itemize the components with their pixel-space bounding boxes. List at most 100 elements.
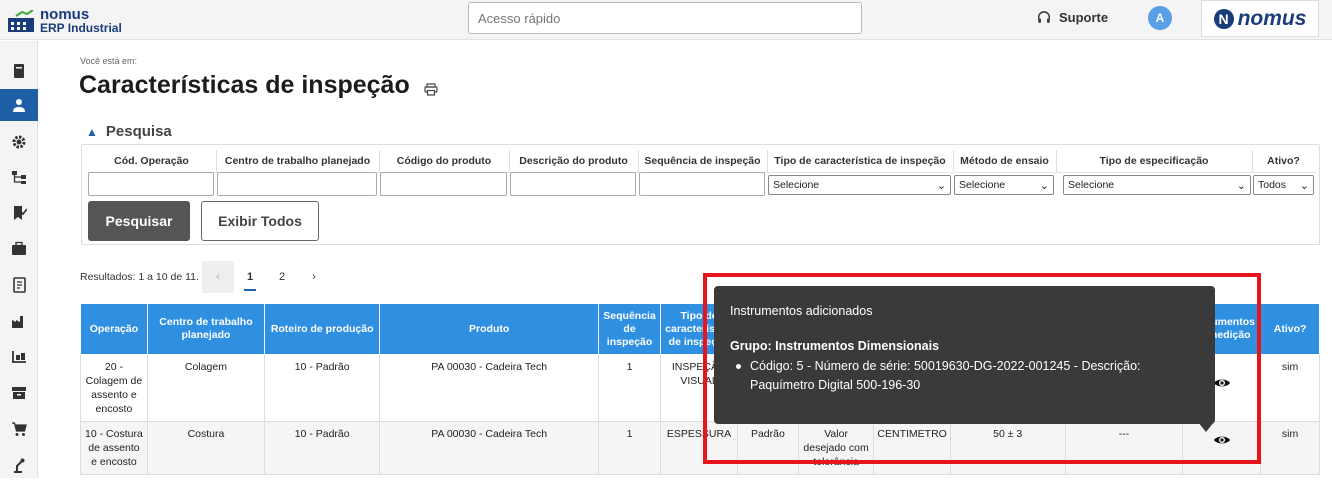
filter-label-test-method: Método de ensaio (960, 155, 1049, 167)
gear-icon (12, 135, 26, 149)
user-avatar[interactable]: A (1148, 6, 1172, 30)
chevron-down-icon: ⌄ (1039, 179, 1049, 192)
archive-icon (12, 387, 26, 399)
forklift-icon (12, 351, 26, 363)
chevron-down-icon: ⌄ (936, 179, 946, 192)
headset-icon (1038, 10, 1050, 23)
header-divider (767, 150, 768, 172)
header-divider (509, 150, 510, 172)
chevron-up-icon: ▲ (86, 124, 98, 139)
cell-sequence: 1 (598, 421, 662, 475)
header-divider (379, 150, 380, 172)
col-header-workcenter[interactable]: Centro de trabalho planejado (146, 303, 266, 355)
col-header-active[interactable]: Ativo? (1260, 303, 1320, 355)
sidebar-item-book[interactable] (0, 55, 38, 87)
prev-page-button[interactable]: ‹ (202, 261, 234, 293)
flow-icon (12, 171, 26, 184)
product-description-input[interactable] (510, 172, 636, 196)
header-divider (216, 150, 217, 172)
header-divider (953, 150, 954, 172)
briefcase-icon (12, 241, 26, 255)
page-1-button[interactable]: 1 (234, 261, 266, 293)
characteristic-type-select[interactable]: Selecione ⌄ (768, 175, 951, 195)
sidebar-item-flow[interactable] (0, 161, 38, 193)
sidebar-item-settings[interactable] (0, 126, 38, 158)
support-link[interactable]: Suporte (1037, 10, 1108, 25)
search-filters: Cód. Operação Centro de trabalho planeja… (81, 144, 1320, 245)
sidebar-item-archive[interactable] (0, 377, 38, 409)
sidebar-item-user[interactable] (0, 89, 38, 121)
results-count: Resultados: 1 a 10 de 11. (80, 271, 199, 283)
user-icon (13, 99, 25, 112)
header-divider (1056, 150, 1057, 172)
sidebar-item-factory[interactable] (0, 305, 38, 337)
cell-product: PA 00030 - Cadeira Tech (379, 354, 600, 422)
sidebar-item-quality[interactable] (0, 197, 38, 229)
brand-mark-icon: N (1213, 8, 1234, 29)
test-method-value: Selecione (959, 179, 1006, 191)
logo-subtitle: ERP Industrial (40, 21, 122, 35)
cell-operation: 20 - Colagem de assento e encosto (80, 354, 148, 422)
brand-name: nomus (1237, 6, 1307, 30)
col-header-routing[interactable]: Roteiro de produção (264, 303, 381, 355)
filter-label-sequence: Sequência de inspeção (644, 155, 761, 167)
sidebar-item-briefcase[interactable] (0, 233, 38, 265)
search-button[interactable]: Pesquisar (88, 201, 190, 241)
quick-access-input[interactable] (468, 2, 862, 34)
logo-factory-icon (8, 10, 34, 32)
bookmark-check-icon (14, 206, 27, 220)
cell-product: PA 00030 - Cadeira Tech (379, 421, 600, 475)
spec-type-value: Selecione (1068, 179, 1115, 191)
page-2-button[interactable]: 2 (266, 261, 298, 293)
breadcrumb: Você está em: (80, 56, 138, 66)
col-header-sequence[interactable]: Sequência de inspeção (598, 303, 662, 355)
cell-active: sim (1260, 421, 1320, 475)
book-icon (14, 64, 24, 78)
col-header-operation[interactable]: Operação (80, 303, 148, 355)
active-value: Todos (1258, 179, 1287, 191)
operation-code-input[interactable] (88, 172, 214, 196)
top-bar: nomus ERP Industrial Suporte A N nomus (0, 0, 1332, 40)
product-code-input[interactable] (380, 172, 507, 196)
robot-arm-icon (14, 458, 25, 473)
cell-operation: 10 - Costura de assento e encosto (80, 421, 148, 475)
cell-routing: 10 - Padrão (264, 354, 381, 422)
support-label: Suporte (1059, 10, 1109, 25)
factory-icon (12, 316, 23, 328)
print-icon[interactable] (424, 83, 438, 96)
next-page-button[interactable]: › (298, 261, 330, 293)
col-header-product[interactable]: Produto (379, 303, 600, 355)
sidebar-item-sales[interactable] (0, 413, 38, 445)
sidebar-item-warehouse[interactable] (0, 341, 38, 373)
cell-active: sim (1260, 354, 1320, 422)
characteristic-type-value: Selecione (773, 179, 820, 191)
search-toggle[interactable]: ▲ Pesquisa (86, 123, 172, 140)
cart-icon (12, 422, 27, 436)
sidebar-item-ledger[interactable] (0, 269, 38, 301)
sidebar (0, 41, 38, 478)
show-all-button[interactable]: Exibir Todos (201, 201, 319, 241)
app-logo[interactable]: nomus ERP Industrial (8, 4, 128, 36)
spec-type-select[interactable]: Selecione ⌄ (1063, 175, 1251, 195)
workcenter-input[interactable] (217, 172, 377, 196)
page-title: Características de inspeção (79, 71, 410, 99)
inspection-sequence-input[interactable] (639, 172, 765, 196)
cell-workcenter: Costura (146, 421, 266, 475)
filter-label-spec-type: Tipo de especificação (1099, 155, 1209, 167)
chevron-down-icon: ⌄ (1299, 179, 1309, 192)
header-divider (638, 150, 639, 172)
filter-label-operation: Cód. Operação (114, 155, 189, 167)
filter-label-workcenter: Centro de trabalho planejado (224, 155, 371, 167)
highlight-box (703, 273, 1261, 464)
search-heading: Pesquisa (105, 123, 172, 140)
filter-label-product-code: Código do produto (396, 155, 492, 167)
active-select[interactable]: Todos ⌄ (1253, 175, 1314, 195)
brand-logo: N nomus (1201, 0, 1319, 37)
filter-label-product-description: Descrição do produto (519, 155, 628, 167)
sidebar-item-robot[interactable] (0, 449, 38, 481)
ledger-icon (13, 277, 26, 293)
cell-workcenter: Colagem (146, 354, 266, 422)
cell-sequence: 1 (598, 354, 662, 422)
header-divider (1252, 150, 1253, 172)
test-method-select[interactable]: Selecione ⌄ (954, 175, 1054, 195)
